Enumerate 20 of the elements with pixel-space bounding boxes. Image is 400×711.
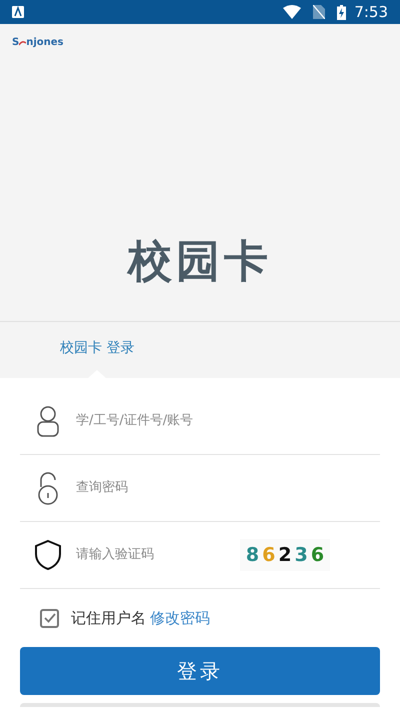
app-notification-icon xyxy=(12,6,24,18)
checkbox[interactable] xyxy=(40,608,59,628)
change-password-link[interactable]: 修改密码 xyxy=(150,606,210,630)
input-field[interactable]: 请输入验证码 xyxy=(76,545,226,565)
clock: 7:53 xyxy=(354,2,388,23)
brand-logo: S njones xyxy=(12,38,64,48)
shield-icon xyxy=(34,539,62,571)
remember-label: 记住用户名 xyxy=(71,608,146,629)
captcha-image[interactable]: 8 6 2 3 6 xyxy=(240,539,330,571)
checkmark-icon xyxy=(44,613,56,623)
battery-charging-icon xyxy=(337,4,346,20)
input-field[interactable]: 学/工号/证件号/账号 xyxy=(76,411,226,431)
wifi-icon xyxy=(283,5,302,19)
login-button[interactable]: 登录 xyxy=(20,647,380,695)
login-tab[interactable]: 校园卡 登录 xyxy=(60,338,134,378)
no-sim-icon xyxy=(313,5,326,19)
user-icon xyxy=(36,405,60,437)
app-title: 校园卡 xyxy=(128,235,272,289)
input-field[interactable]: 查询密码 xyxy=(76,478,226,498)
lock-icon xyxy=(37,471,59,505)
